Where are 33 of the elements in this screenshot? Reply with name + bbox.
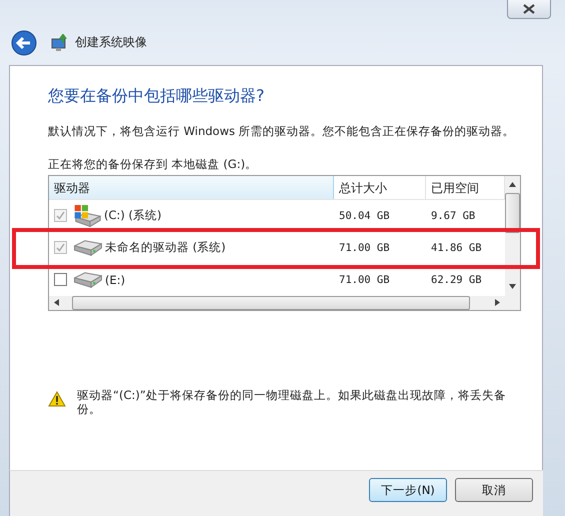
back-button[interactable] bbox=[11, 30, 37, 56]
table-cell-text: 71.00 GB bbox=[338, 242, 391, 254]
windows-drive-icon bbox=[74, 204, 101, 228]
table-cell-text: 62.29 GB bbox=[430, 274, 483, 286]
scroll-left-icon bbox=[54, 299, 59, 306]
scroll-up-icon bbox=[509, 182, 516, 187]
computer-upload-icon bbox=[51, 34, 69, 52]
drive-icon bbox=[74, 240, 102, 256]
table-cell-text: 41.86 GB bbox=[430, 242, 483, 254]
column-header[interactable]: 驱动器 bbox=[49, 176, 334, 199]
horizontal-scrollbar[interactable] bbox=[49, 296, 505, 310]
close-icon bbox=[522, 4, 536, 14]
next-button[interactable]: 下一步(N) bbox=[369, 478, 447, 502]
cancel-button[interactable]: 取消 bbox=[455, 478, 533, 502]
vertical-scrollbar[interactable] bbox=[505, 176, 520, 310]
table-cell-text: 50.04 GB bbox=[338, 210, 391, 222]
warning-text: 驱动器“(C:)”处于将保存备份的同一物理磁盘上。如果此磁盘出现故障，将丢失备份。 bbox=[77, 388, 507, 416]
close-button[interactable] bbox=[507, 0, 551, 19]
table-cell-text: 71.00 GB bbox=[338, 274, 391, 286]
save-location-text: 正在将您的备份保存到 本地磁盘 (G:)。 bbox=[48, 157, 258, 172]
column-header[interactable]: 总计大小 bbox=[334, 176, 426, 199]
table-cell-text: 9.67 GB bbox=[430, 210, 476, 222]
checkbox[interactable] bbox=[54, 273, 67, 286]
drive-name: 未命名的驱动器 (系统) bbox=[105, 240, 226, 256]
scroll-right-icon bbox=[495, 299, 500, 306]
window-title: 创建系统映像 bbox=[75, 34, 147, 51]
drive-icon bbox=[74, 272, 102, 288]
warning-icon bbox=[48, 391, 66, 407]
drive-name: (C:) (系统) bbox=[104, 208, 162, 224]
scroll-down-icon bbox=[509, 284, 516, 289]
heading: 您要在备份中包括哪些驱动器? bbox=[48, 86, 266, 107]
drive-name: (E:) bbox=[105, 272, 126, 287]
description: 默认情况下，将包含运行 Windows 所需的驱动器。您不能包含正在保存备份的驱动器。 bbox=[48, 124, 516, 139]
